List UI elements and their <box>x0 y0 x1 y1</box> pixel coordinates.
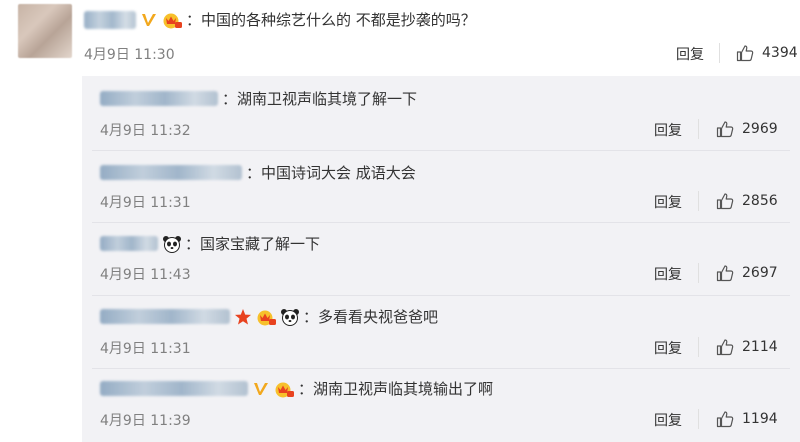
like-count: 2856 <box>742 193 778 209</box>
vip-crown-icon <box>255 308 277 326</box>
separator <box>92 150 790 151</box>
like-count: 2114 <box>742 339 778 355</box>
thumbs-up-icon <box>716 411 734 428</box>
username-blurred[interactable] <box>100 381 248 396</box>
replies-panel: ：湖南卫视声临其境了解一下 4月9日 11:32 回复 2969 ：中国诗词大会… <box>82 76 800 442</box>
main-comment-line: ：中国的各种综艺什么的 不都是抄袭的吗？ <box>84 9 476 30</box>
reply-5-line: ：湖南卫视声临其境输出了啊 <box>100 378 493 399</box>
username-blurred[interactable] <box>100 91 218 106</box>
thumbs-up-icon <box>716 339 734 356</box>
reply-5-like-button[interactable]: 1194 <box>716 410 778 428</box>
divider <box>719 43 720 63</box>
reply-4-time: 4月9日 11:31 <box>100 341 191 357</box>
panda-icon <box>280 308 300 326</box>
username-blurred[interactable] <box>100 236 158 251</box>
divider <box>698 191 699 211</box>
thumbs-up-icon <box>736 45 754 62</box>
panda-icon <box>162 235 182 253</box>
thumbs-up-icon <box>716 265 734 282</box>
avatar[interactable] <box>18 4 72 58</box>
reply-4-line: ：多看看央视爸爸吧 <box>100 306 438 327</box>
main-comment-text: ：中国的各种综艺什么的 不都是抄袭的吗？ <box>186 11 476 29</box>
reply-1-text: ：湖南卫视声临其境了解一下 <box>222 90 418 108</box>
reply-5-time: 4月9日 11:39 <box>100 413 191 429</box>
reply-3-reply-button[interactable]: 回复 <box>654 264 682 284</box>
reply-2-like-button[interactable]: 2856 <box>716 192 778 210</box>
thumbs-up-icon <box>716 193 734 210</box>
like-count: 2969 <box>742 121 778 137</box>
username-blurred[interactable] <box>100 309 230 324</box>
reply-1-time: 4月9日 11:32 <box>100 123 191 139</box>
reply-4-reply-button[interactable]: 回复 <box>654 338 682 358</box>
reply-4-like-button[interactable]: 2114 <box>716 338 778 356</box>
reply-4-text: ：多看看央视爸爸吧 <box>303 308 439 326</box>
reply-2-line: ：中国诗词大会 成语大会 <box>100 162 416 183</box>
reply-1-line: ：湖南卫视声临其境了解一下 <box>100 88 417 109</box>
like-count: 1194 <box>742 411 778 427</box>
divider <box>698 409 699 429</box>
divider <box>698 119 699 139</box>
divider <box>698 263 699 283</box>
reply-2-text: ：中国诗词大会 成语大会 <box>246 164 416 182</box>
red-star-icon <box>234 308 252 326</box>
separator <box>92 222 790 223</box>
reply-2-reply-button[interactable]: 回复 <box>654 192 682 212</box>
reply-5-reply-button[interactable]: 回复 <box>654 410 682 430</box>
divider <box>698 337 699 357</box>
reply-5-text: ：湖南卫视声临其境输出了啊 <box>298 380 494 398</box>
separator <box>92 295 790 296</box>
verified-v-icon <box>140 11 158 29</box>
username-blurred[interactable] <box>84 10 136 29</box>
username-blurred[interactable] <box>100 165 242 180</box>
like-count: 4394 <box>762 45 798 61</box>
vip-crown-icon <box>161 11 183 29</box>
reply-3-line: ：国家宝藏了解一下 <box>100 233 320 254</box>
vip-crown-icon <box>273 380 295 398</box>
reply-1-like-button[interactable]: 2969 <box>716 120 778 138</box>
reply-2-time: 4月9日 11:31 <box>100 195 191 211</box>
separator <box>92 368 790 369</box>
like-count: 2697 <box>742 265 778 281</box>
comment-thread: ：中国的各种综艺什么的 不都是抄袭的吗？ 4月9日 11:30 回复 4394 … <box>0 0 800 442</box>
like-button[interactable]: 4394 <box>736 44 798 62</box>
reply-3-text: ：国家宝藏了解一下 <box>185 235 321 253</box>
reply-button[interactable]: 回复 <box>676 44 704 64</box>
main-comment-time: 4月9日 11:30 <box>84 47 175 63</box>
reply-1-reply-button[interactable]: 回复 <box>654 120 682 140</box>
reply-3-time: 4月9日 11:43 <box>100 267 191 283</box>
thumbs-up-icon <box>716 121 734 138</box>
reply-3-like-button[interactable]: 2697 <box>716 264 778 282</box>
verified-v-icon <box>252 380 270 398</box>
